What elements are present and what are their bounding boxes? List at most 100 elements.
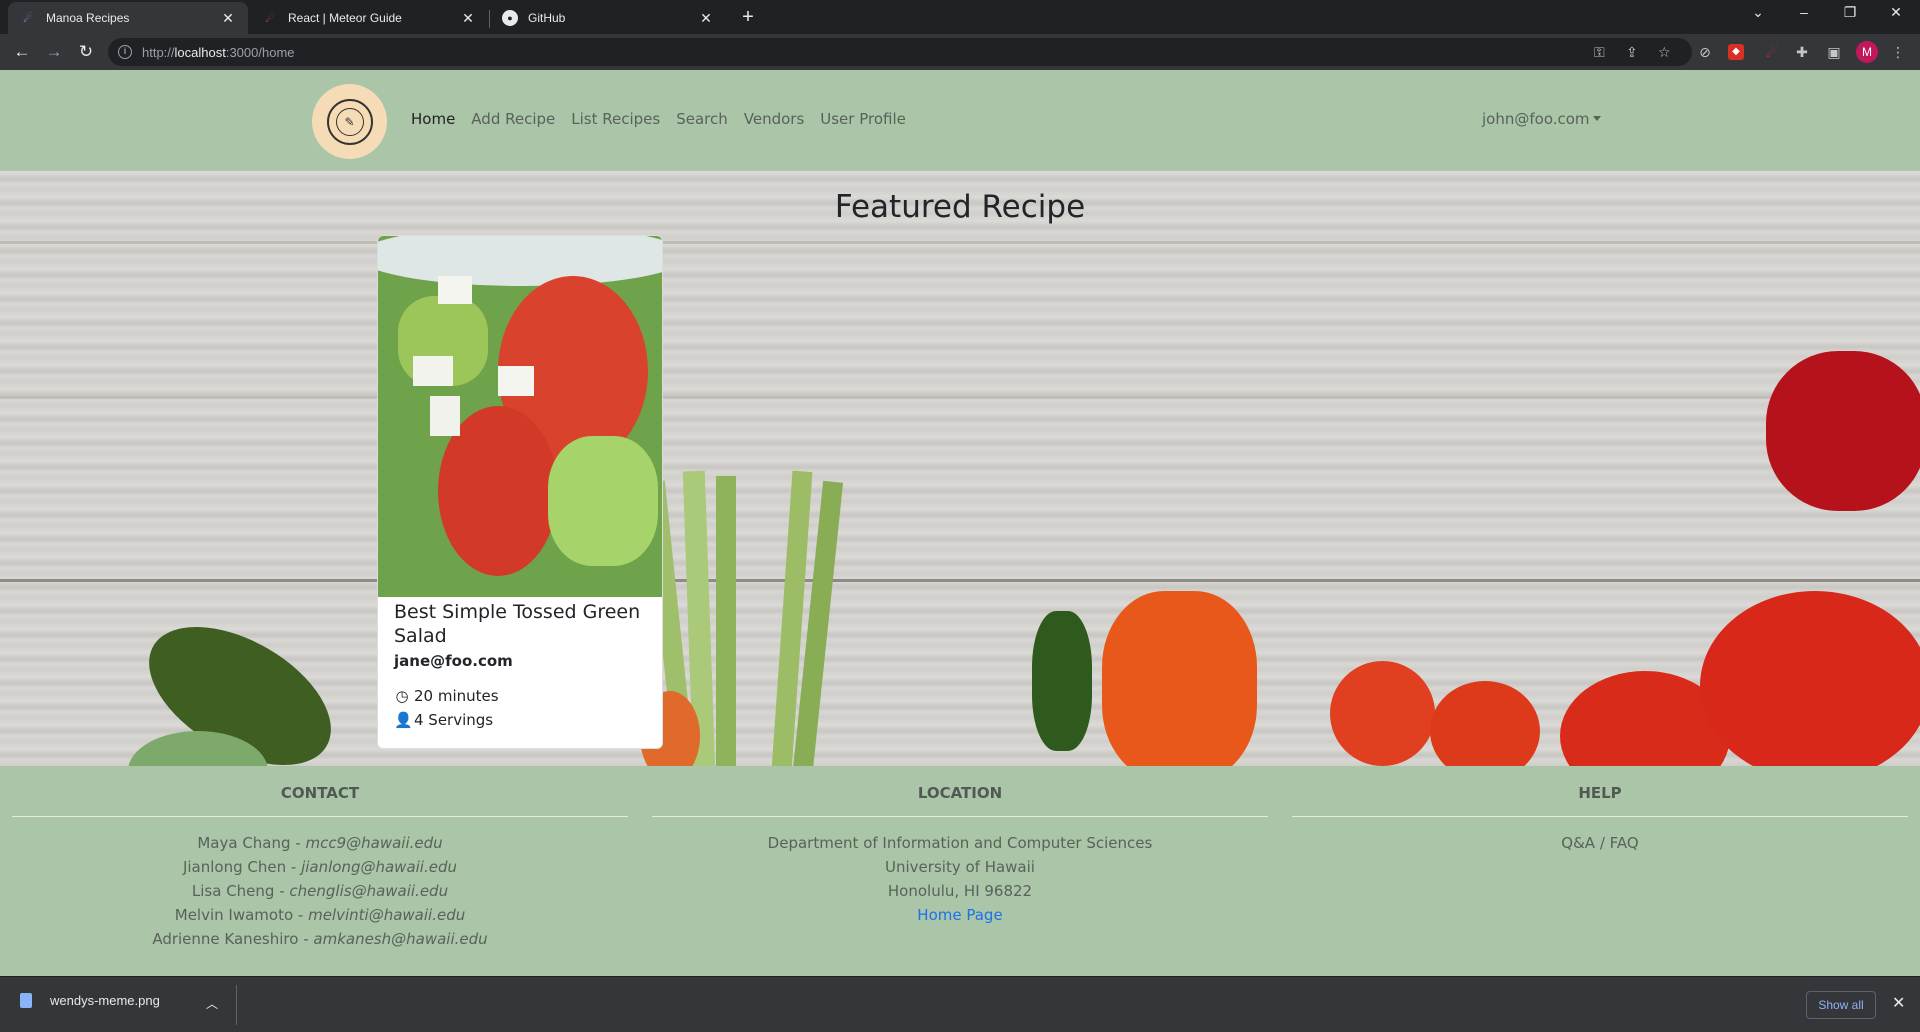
browser-tab-bar: ☄ Manoa Recipes ✕ ☄ React | Meteor Guide… [0,0,1920,34]
nav-user-profile[interactable]: User Profile [820,110,906,128]
site-footer: CONTACT Maya Chang - mcc9@hawaii.edu Jia… [0,766,1920,976]
browser-toolbar: ← → ↻ i http://localhost:3000/home ⚿ ⇪ ☆… [0,34,1920,70]
address-line: University of Hawaii [885,858,1035,876]
contact-list: Maya Chang - mcc9@hawaii.edu Jianlong Ch… [12,831,628,951]
lettuce-leaf [548,436,658,566]
tab-search-icon[interactable]: ⌄ [1746,4,1770,21]
restore-icon[interactable]: ❐ [1838,4,1862,21]
nav-list-recipes[interactable]: List Recipes [571,110,660,128]
red-pepper-image [1766,351,1920,511]
featured-hero: Featured Recipe Best Simple Tossed Green… [0,171,1920,766]
plank-seam [0,396,1920,399]
feta-cube [498,366,534,396]
footer-help: HELP Q&A / FAQ [1292,766,1908,855]
servings-row: 👤4 Servings [394,708,646,732]
nav-add-recipe[interactable]: Add Recipe [471,110,555,128]
salad-image [378,236,662,597]
recipe-meta: ◷ 20 minutes 👤4 Servings [394,684,646,732]
clock-icon: ◷ [395,687,409,705]
featured-title: Featured Recipe [834,189,1086,225]
download-bar: wendys-meme.png ︿ Show all ✕ [0,976,1920,1032]
plate-rim [378,236,662,286]
home-page-link[interactable]: Home Page [652,903,1268,927]
faq-link[interactable]: Q&A / FAQ [1292,831,1908,855]
url-text: http://localhost:3000/home [142,44,295,60]
help-links: Q&A / FAQ [1292,831,1908,855]
footer-location: LOCATION Department of Information and C… [652,766,1268,927]
person-icon: 👤 [394,711,413,729]
card-body: Best Simple Tossed Green Salad jane@foo.… [378,597,662,734]
feta-cube [438,276,472,304]
nav-home[interactable]: Home [411,110,455,128]
recipe-owner: jane@foo.com [394,652,513,670]
contact-person: Maya Chang - mcc9@hawaii.edu [197,834,443,852]
share-icon[interactable]: ⇪ [1626,38,1638,66]
plank-seam [0,241,1920,244]
extension-red-icon[interactable]: ◆ [1728,44,1744,60]
address-bar[interactable]: i http://localhost:3000/home ⚿ ⇪ ☆ [108,38,1692,66]
caret-down-icon [1592,116,1601,121]
tab-manoa-recipes[interactable]: ☄ Manoa Recipes ✕ [8,2,248,34]
side-panel-icon[interactable]: ▣ [1824,42,1844,62]
contact-person: Jianlong Chen - jianlong@hawaii.edu [182,858,458,876]
time-row: ◷ 20 minutes [394,684,646,708]
key-icon[interactable]: ⚿ [1594,38,1605,66]
close-window-icon[interactable]: ✕ [1884,4,1908,21]
tab-github[interactable]: ● GitHub ✕ [490,2,726,34]
bookmark-star-icon[interactable]: ☆ [1658,38,1671,66]
minimize-icon[interactable]: – [1792,4,1816,20]
user-dropdown[interactable]: john@foo.com [1482,110,1601,128]
green-chili-image [1032,611,1092,751]
nav-vendors[interactable]: Vendors [744,110,805,128]
file-icon [20,993,32,1008]
nav-search[interactable]: Search [676,110,728,128]
web-page: ✎ Home Add Recipe List Recipes Search Ve… [0,70,1920,976]
tomato-image [1430,681,1540,766]
menu-kebab-icon[interactable]: ⋮ [1888,42,1908,62]
forward-icon[interactable]: → [42,40,66,64]
contact-person: Adrienne Kaneshiro - amkanesh@hawaii.edu [152,930,488,948]
recipe-time: 20 minutes [414,687,499,705]
meteor-icon: ☄ [265,12,275,25]
profile-avatar[interactable]: M [1856,41,1878,63]
tomato-image [1700,591,1920,766]
contact-person: Melvin Iwamoto - melvinti@hawaii.edu [174,906,466,924]
extensions-puzzle-icon[interactable]: ✚ [1792,42,1812,62]
site-logo[interactable]: ✎ [312,84,387,159]
reload-icon[interactable]: ↻ [74,40,98,64]
location-heading: LOCATION [652,784,1268,817]
close-tab-icon[interactable]: ✕ [460,10,476,26]
tomato-image [1330,661,1435,766]
tab-react-meteor-guide[interactable]: ☄ React | Meteor Guide ✕ [250,2,488,34]
feta-cube [430,396,460,436]
contact-person: Lisa Cheng - chenglis@hawaii.edu [191,882,449,900]
tab-title: Manoa Recipes [46,11,130,25]
meteor-icon: ☄ [23,12,33,25]
user-email: john@foo.com [1482,110,1590,128]
back-icon[interactable]: ← [10,40,34,64]
tab-title: React | Meteor Guide [288,11,402,25]
new-tab-button[interactable]: + [736,6,760,30]
github-icon: ● [502,10,518,26]
address-line: Department of Information and Computer S… [767,834,1153,852]
site-navbar: ✎ Home Add Recipe List Recipes Search Ve… [0,70,1920,171]
download-item[interactable]: wendys-meme.png [20,993,160,1008]
plank-seam [0,579,1920,582]
close-tab-icon[interactable]: ✕ [698,10,714,26]
address-block: Department of Information and Computer S… [652,831,1268,927]
recipe-title[interactable]: Best Simple Tossed Green Salad [394,600,646,648]
close-download-bar-icon[interactable]: ✕ [1892,993,1905,1013]
recipe-card[interactable]: Best Simple Tossed Green Salad jane@foo.… [377,235,663,749]
close-tab-icon[interactable]: ✕ [220,10,236,26]
tab-title: GitHub [528,11,566,25]
site-info-icon[interactable]: i [118,45,132,59]
footer-contact: CONTACT Maya Chang - mcc9@hawaii.edu Jia… [12,766,628,951]
chevron-up-icon[interactable]: ︿ [206,995,218,1012]
feta-cube [413,356,453,386]
meteor-extension-icon[interactable]: ☄ [1762,42,1782,62]
extension-sync-icon[interactable]: ⊘ [1695,42,1715,62]
show-all-button[interactable]: Show all [1806,991,1876,1019]
contact-heading: CONTACT [12,784,628,817]
nav-links: Home Add Recipe List Recipes Search Vend… [411,110,922,128]
orange-pepper-image [1102,591,1257,766]
